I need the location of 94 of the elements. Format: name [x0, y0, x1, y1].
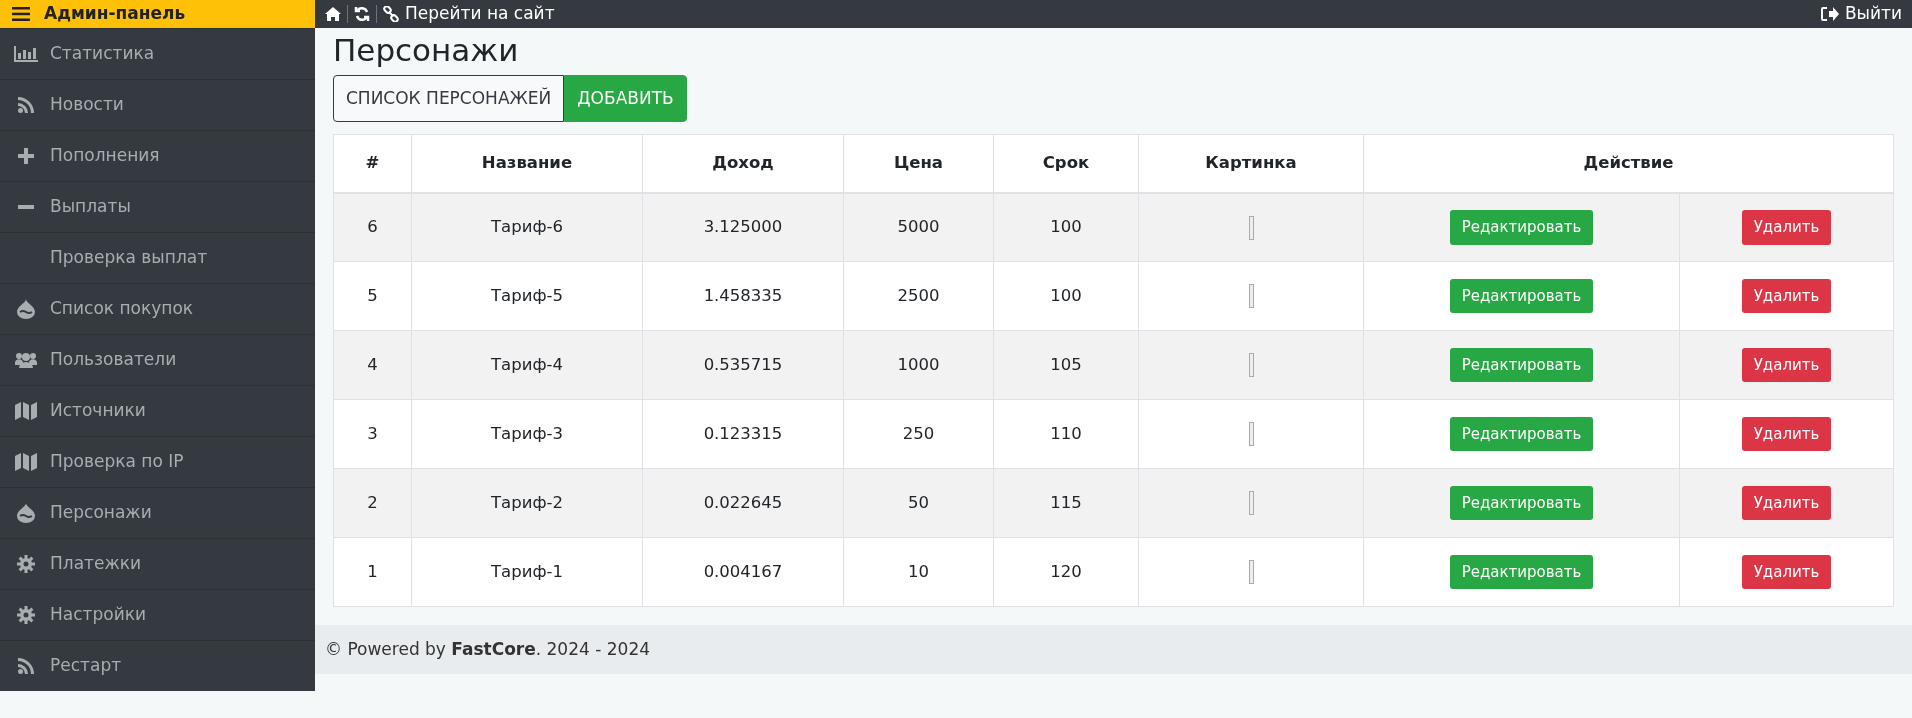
table-cell: 0.022645: [642, 468, 844, 538]
sidebar-item[interactable]: Проверка по IP: [0, 436, 315, 487]
broken-image-icon: [1248, 215, 1254, 240]
delete-button[interactable]: Удалить: [1741, 554, 1832, 590]
table-cell: 1: [333, 537, 412, 607]
table-cell: 4: [333, 330, 412, 400]
footer-text: © Powered by FastCore. 2024 - 2024: [325, 637, 651, 661]
sidebar-item[interactable]: Новости: [0, 79, 315, 130]
settings-icon: [17, 555, 35, 573]
column-header: Картинка: [1138, 134, 1364, 193]
sidebar-item[interactable]: Рестарт: [0, 640, 315, 691]
table-cell: 100: [993, 192, 1139, 262]
table-cell: 0.535715: [642, 330, 844, 400]
table-cell: 10: [843, 537, 994, 607]
drop-icon: [17, 299, 35, 319]
map-icon: [15, 453, 37, 471]
delete-button[interactable]: Удалить: [1741, 416, 1832, 452]
column-header: Действие: [1363, 134, 1894, 193]
table-cell: Тариф-6: [411, 192, 643, 262]
minus-icon: [18, 205, 34, 209]
table-cell: Тариф-2: [411, 468, 643, 538]
rss-icon: [18, 97, 34, 113]
menu-icon: [12, 7, 30, 21]
broken-image-icon: [1248, 284, 1254, 309]
broken-image-icon: [1248, 422, 1254, 447]
site-link[interactable]: Перейти на сайт: [383, 1, 555, 27]
exit-icon: [1820, 7, 1839, 21]
sidebar-item[interactable]: Платежки: [0, 538, 315, 589]
table-cell: Тариф-5: [411, 261, 643, 331]
rss-icon: [18, 658, 34, 674]
table-cell: Тариф-3: [411, 399, 643, 469]
settings-icon: [17, 606, 35, 624]
refresh-link[interactable]: [354, 6, 370, 22]
broken-image-icon: [1248, 353, 1254, 378]
edit-button[interactable]: Редактировать: [1449, 347, 1594, 383]
table-cell: 100: [993, 261, 1139, 331]
broken-image-icon: [1248, 560, 1254, 585]
sidebar-item[interactable]: Список покупок: [0, 283, 315, 334]
users-icon: [15, 352, 37, 368]
page-title: Персонажи: [333, 32, 520, 70]
table-cell: 0.004167: [642, 537, 844, 607]
edit-button[interactable]: Редактировать: [1449, 210, 1594, 245]
plus-icon: [18, 148, 34, 164]
home-link[interactable]: [325, 7, 341, 21]
edit-button[interactable]: Редактировать: [1449, 485, 1594, 521]
drop-icon: [17, 503, 35, 523]
delete-button[interactable]: Удалить: [1741, 210, 1832, 245]
sidebar-item[interactable]: Персонажи: [0, 487, 315, 538]
sidebar-item[interactable]: Статистика: [0, 28, 315, 79]
table-cell: 115: [993, 468, 1139, 538]
map-icon: [15, 402, 37, 420]
sidebar-item[interactable]: Источники: [0, 385, 315, 436]
broken-image-icon: [1248, 491, 1254, 516]
tab[interactable]: СПИСОК ПЕРСОНАЖЕЙ: [333, 75, 565, 123]
column-header: #: [333, 134, 412, 193]
home-icon: [325, 7, 341, 21]
sidebar-item[interactable]: Пополнения: [0, 130, 315, 181]
table-cell: 0.123315: [642, 399, 844, 469]
bar-chart-icon: [14, 46, 38, 62]
column-header: Доход: [642, 134, 844, 193]
table-cell: 2500: [843, 261, 994, 331]
table-cell: 5000: [843, 192, 994, 262]
table-cell: 110: [993, 399, 1139, 469]
table-cell: 5: [333, 261, 412, 331]
sidebar-item[interactable]: Проверка выплат: [0, 232, 315, 283]
brand-title: Админ-панель: [44, 2, 186, 26]
column-header: Цена: [843, 134, 994, 193]
tab[interactable]: ДОБАВИТЬ: [564, 75, 687, 123]
sidebar-item[interactable]: Пользователи: [0, 334, 315, 385]
sidebar-item[interactable]: Выплаты: [0, 181, 315, 232]
table-cell: 3: [333, 399, 412, 469]
delete-button[interactable]: Удалить: [1741, 278, 1832, 314]
table-cell: 3.125000: [642, 192, 844, 262]
table-cell: 105: [993, 330, 1139, 400]
sidebar-item[interactable]: Настройки: [0, 589, 315, 640]
logout-link[interactable]: Выйти: [1820, 1, 1902, 27]
table-cell: 2: [333, 468, 412, 538]
table-cell: 1.458335: [642, 261, 844, 331]
refresh-icon: [354, 6, 370, 22]
table-cell: 50: [843, 468, 994, 538]
column-header: Название: [411, 134, 643, 193]
table-cell: 250: [843, 399, 994, 469]
table-cell: 1000: [843, 330, 994, 400]
table-cell: Тариф-1: [411, 537, 643, 607]
column-header: Срок: [993, 134, 1139, 193]
table-cell: 6: [333, 192, 412, 262]
edit-button[interactable]: Редактировать: [1449, 554, 1594, 590]
table-cell: Тариф-4: [411, 330, 643, 400]
link-icon: [383, 6, 399, 22]
delete-button[interactable]: Удалить: [1741, 347, 1832, 383]
table-cell: 120: [993, 537, 1139, 607]
edit-button[interactable]: Редактировать: [1449, 278, 1594, 314]
edit-button[interactable]: Редактировать: [1449, 416, 1594, 452]
delete-button[interactable]: Удалить: [1741, 485, 1832, 521]
